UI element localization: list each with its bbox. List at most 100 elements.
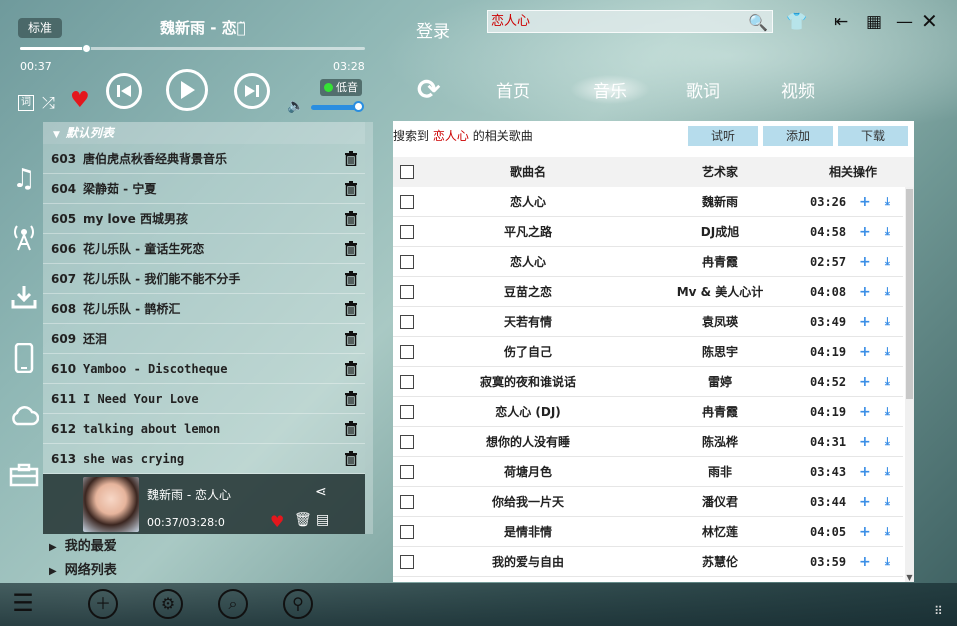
minimize-icon[interactable]: — — [896, 12, 913, 32]
song-name[interactable]: 恋人心 — [433, 247, 623, 277]
table-row[interactable]: 是情非情 林忆莲 04:05 + ⤓ — [393, 517, 903, 547]
artist-name[interactable]: DJ成旭 — [645, 217, 795, 247]
download-icon[interactable]: ⤓ — [885, 247, 890, 277]
trash-icon[interactable]: 🗑 — [294, 512, 312, 528]
artist-name[interactable]: 冉青霞 — [645, 397, 795, 427]
table-row[interactable]: 天若有情 袁凤瑛 03:49 + ⤓ — [393, 307, 903, 337]
list-item[interactable]: 613 she was crying — [43, 444, 365, 474]
download-icon[interactable]: ⤓ — [885, 487, 890, 517]
resize-grip-icon[interactable]: ⠿ — [934, 604, 943, 618]
download-icon[interactable]: ⤓ — [885, 397, 890, 427]
music-note-icon[interactable]: ♫ — [8, 163, 40, 195]
add-icon[interactable]: + — [859, 367, 871, 397]
song-name[interactable]: 豆苗之恋 — [433, 277, 623, 307]
scroll-down-icon[interactable]: ▼ — [905, 573, 914, 582]
list-item[interactable]: 608 花儿乐队 - 鹊桥汇 — [43, 294, 365, 324]
trash-icon[interactable] — [345, 391, 357, 406]
radio-tower-icon[interactable] — [8, 223, 40, 255]
song-name[interactable]: 想你的人没有睡 — [433, 427, 623, 457]
song-name[interactable]: 伤了自己 — [433, 337, 623, 367]
tab-lyrics[interactable]: 歌词 — [686, 77, 720, 102]
table-row[interactable]: 你给我一片天 潘仪君 03:44 + ⤓ — [393, 487, 903, 517]
trash-icon[interactable] — [345, 211, 357, 226]
list-item[interactable]: 603 唐伯虎点秋香经典背景音乐 — [43, 144, 365, 174]
download-icon[interactable]: ⤓ — [885, 217, 890, 247]
playlist-header[interactable]: ▼ 默认列表 — [43, 122, 365, 144]
close-icon[interactable]: ✕ — [921, 9, 938, 33]
refresh-icon[interactable]: ⟳ — [417, 73, 440, 106]
download-icon[interactable]: ⤓ — [885, 547, 890, 577]
artist-name[interactable]: 冉青霞 — [645, 247, 795, 277]
song-name[interactable]: 你给我一片天 — [433, 487, 623, 517]
song-name[interactable]: 恋人心 (DJ) — [433, 397, 623, 427]
table-row[interactable]: 寂寞的夜和谁说话 雷婷 04:52 + ⤓ — [393, 367, 903, 397]
list-item[interactable]: 610 Yamboo - Discotheque — [43, 354, 365, 384]
table-row[interactable]: 我的爱与自由 苏慧伦 03:59 + ⤓ — [393, 547, 903, 577]
row-checkbox[interactable] — [400, 315, 414, 329]
login-link[interactable]: 登录 — [416, 17, 450, 42]
list-item[interactable]: 607 花儿乐队 - 我们能不能不分手 — [43, 264, 365, 294]
add-icon[interactable]: + — [859, 457, 871, 487]
group-network[interactable]: ▶ 网络列表 — [43, 559, 365, 583]
row-checkbox[interactable] — [400, 555, 414, 569]
row-checkbox[interactable] — [400, 435, 414, 449]
row-checkbox[interactable] — [400, 495, 414, 509]
song-name[interactable]: 是情非情 — [433, 517, 623, 547]
toolbox-icon[interactable] — [8, 463, 40, 495]
download-icon[interactable]: ⤓ — [885, 337, 890, 367]
scrollbar-thumb[interactable] — [906, 189, 913, 399]
volume-icon[interactable]: 🔈 — [287, 98, 304, 114]
artist-name[interactable]: 陈泓桦 — [645, 427, 795, 457]
results-scrollbar[interactable]: ▼ — [905, 187, 914, 582]
row-checkbox[interactable] — [400, 375, 414, 389]
playlist-scrollbar[interactable] — [365, 122, 373, 534]
row-checkbox[interactable] — [400, 255, 414, 269]
trash-icon[interactable] — [345, 241, 357, 256]
table-row[interactable]: 恋人心 (DJ) 冉青霞 04:19 + ⤓ — [393, 397, 903, 427]
table-row[interactable]: 豆苗之恋 Mv & 美人心计 04:08 + ⤓ — [393, 277, 903, 307]
download-icon[interactable]: ⤓ — [885, 277, 890, 307]
add-icon[interactable]: + — [859, 517, 871, 547]
trash-icon[interactable] — [345, 151, 357, 166]
list-item[interactable]: 609 还泪 — [43, 324, 365, 354]
heart-icon[interactable]: ♥ — [70, 88, 90, 113]
artist-name[interactable]: 魏新雨 — [645, 187, 795, 217]
trash-icon[interactable] — [345, 421, 357, 436]
progress-bar[interactable] — [20, 44, 365, 53]
heart-icon[interactable]: ♥ — [270, 512, 284, 531]
search-icon[interactable]: ⌕ — [218, 589, 248, 619]
artist-name[interactable]: 雨非 — [645, 457, 795, 487]
mode-badge[interactable]: 标准 — [18, 18, 62, 38]
row-checkbox[interactable] — [400, 465, 414, 479]
select-all-checkbox[interactable] — [400, 165, 414, 179]
share-icon[interactable]: ⋖ — [315, 484, 327, 500]
table-row[interactable]: 荷塘月色 雨非 03:43 + ⤓ — [393, 457, 903, 487]
gear-icon[interactable]: ⚙ — [153, 589, 183, 619]
download-button[interactable]: 下载 — [838, 126, 908, 146]
add-icon[interactable]: + — [859, 547, 871, 577]
artist-name[interactable]: 潘仪君 — [645, 487, 795, 517]
song-name[interactable]: 我的爱与自由 — [433, 547, 623, 577]
table-row[interactable]: 伤了自己 陈思宇 04:19 + ⤓ — [393, 337, 903, 367]
row-checkbox[interactable] — [400, 285, 414, 299]
add-icon[interactable]: + — [859, 397, 871, 427]
tab-home[interactable]: 首页 — [496, 77, 530, 102]
tab-video[interactable]: 视频 — [781, 77, 815, 102]
phone-icon[interactable] — [8, 342, 40, 375]
search-input[interactable]: 恋人心 🔍 — [487, 10, 773, 33]
list-item[interactable]: 612 talking about lemon — [43, 414, 365, 444]
play-button[interactable] — [166, 69, 208, 111]
row-checkbox[interactable] — [400, 525, 414, 539]
location-icon[interactable]: ⚲ — [283, 589, 313, 619]
progress-knob[interactable] — [81, 44, 91, 53]
list-item[interactable]: 611 I Need Your Love — [43, 384, 365, 414]
download-icon[interactable] — [8, 283, 40, 315]
trash-icon[interactable] — [345, 181, 357, 196]
row-checkbox[interactable] — [400, 345, 414, 359]
mv-icon[interactable]: ▤ — [316, 512, 329, 528]
download-icon[interactable]: ⤓ — [885, 187, 890, 217]
add-icon[interactable]: + — [859, 307, 871, 337]
table-row[interactable]: 想你的人没有睡 陈泓桦 04:31 + ⤓ — [393, 427, 903, 457]
add-icon[interactable]: + — [859, 487, 871, 517]
lyric-toggle-button[interactable]: 词 — [18, 95, 34, 111]
